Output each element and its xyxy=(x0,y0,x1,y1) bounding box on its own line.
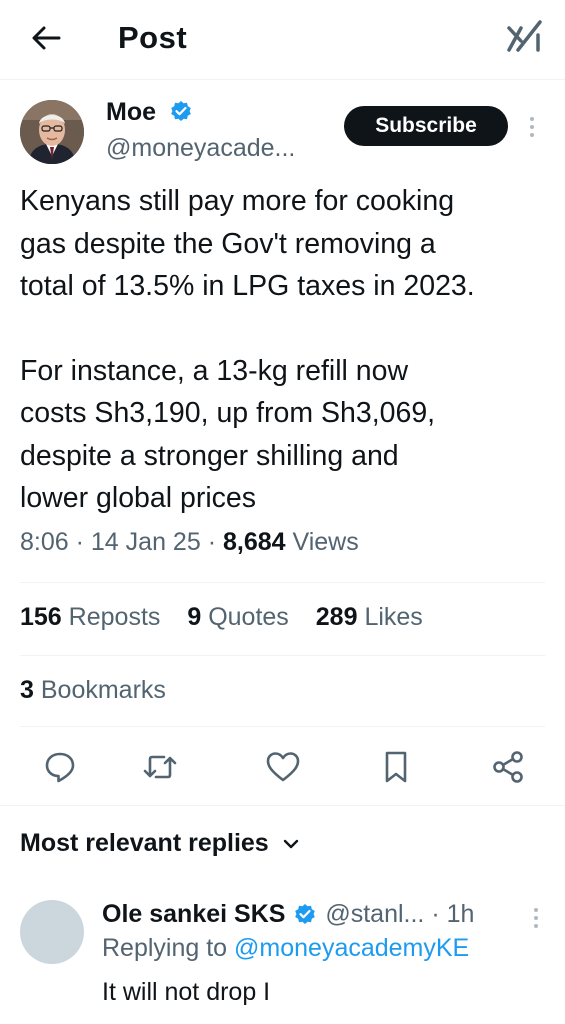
verified-badge-icon xyxy=(295,904,316,924)
reply-button[interactable] xyxy=(38,745,82,789)
avatar-portrait-icon xyxy=(20,100,84,164)
share-button[interactable] xyxy=(486,745,530,789)
meta-separator: · xyxy=(207,528,223,556)
quotes-count: 9 xyxy=(187,603,202,631)
replying-to-prefix: Replying to xyxy=(102,934,228,962)
repost-button[interactable] xyxy=(138,745,182,789)
author-handle[interactable]: @moneyacade... xyxy=(106,134,295,163)
post-text-line: costs Sh3,190, up from Sh3,069, xyxy=(20,397,436,429)
bookmark-icon xyxy=(385,751,407,783)
divider xyxy=(0,805,565,806)
page-title: Post xyxy=(118,20,188,55)
reposts-label: Reposts xyxy=(68,603,161,631)
arrow-left-icon xyxy=(32,26,61,50)
reply-item[interactable]: Ole sankei SKS @stanl... · 1h Replying t… xyxy=(20,896,550,1024)
post-text-line: For instance, a 13-kg refill now xyxy=(20,354,409,387)
post-stats: 156 Reposts 9 Quotes 289 Likes xyxy=(20,603,443,632)
quotes-stat[interactable]: 9 Quotes xyxy=(187,603,288,632)
chevron-down-icon xyxy=(283,840,298,849)
more-dot-icon xyxy=(530,133,534,137)
action-bar xyxy=(0,745,565,789)
more-dot-icon xyxy=(534,924,538,928)
grok-button[interactable] xyxy=(505,17,545,57)
bookmarks-count: 3 xyxy=(20,676,34,704)
top-bar: Post xyxy=(0,0,565,80)
back-button[interactable] xyxy=(26,20,66,56)
reposts-count: 156 xyxy=(20,603,62,631)
post-author-row: Moe @moneyacade... Subscribe xyxy=(20,96,550,168)
meta-separator: · xyxy=(431,900,447,928)
post-text: Kenyans still pay more for cooking gas d… xyxy=(20,180,550,520)
post-text-line: total of 13.5% in LPG taxes in 2023. xyxy=(20,270,475,302)
avatar[interactable] xyxy=(20,900,84,964)
more-options-button[interactable] xyxy=(522,112,542,142)
repost-icon xyxy=(143,755,177,779)
divider xyxy=(20,655,545,656)
reply-icon xyxy=(45,752,75,783)
grok-icon xyxy=(507,20,542,52)
reply-text: It will not drop I xyxy=(102,978,271,1006)
reply-header: Ole sankei SKS @stanl... · 1h xyxy=(102,900,474,929)
views-label[interactable]: Views xyxy=(292,528,358,556)
likes-count: 289 xyxy=(315,603,358,631)
more-dot-icon xyxy=(534,916,538,920)
post-text-line: gas despite the Gov't removing a xyxy=(20,227,436,260)
replies-sort-dropdown[interactable]: Most relevant replies xyxy=(20,829,300,858)
more-dot-icon xyxy=(530,117,534,121)
subscribe-button[interactable]: Subscribe xyxy=(344,106,508,146)
bookmark-button[interactable] xyxy=(374,745,418,789)
post-text-line: despite a stronger shilling and xyxy=(20,439,399,472)
verified-badge-icon xyxy=(171,101,191,121)
post-meta: 8:06 · 14 Jan 25 · 8,684 Views xyxy=(20,528,359,557)
quotes-label: Quotes xyxy=(208,603,289,631)
author-name[interactable]: Moe xyxy=(106,98,156,127)
reposts-stat[interactable]: 156 Reposts xyxy=(20,603,160,632)
bookmarks-stat[interactable]: 3 Bookmarks xyxy=(20,676,166,705)
post-date: 14 Jan 25 xyxy=(90,528,201,556)
replying-to-handle-link[interactable]: @moneyacademyKE xyxy=(234,934,469,962)
post-time: 8:06 xyxy=(20,528,69,556)
divider xyxy=(20,582,545,583)
reply-author-handle[interactable]: @stanl... xyxy=(325,900,424,928)
like-icon xyxy=(266,752,300,782)
avatar[interactable] xyxy=(20,100,84,164)
reply-author-name[interactable]: Ole sankei SKS xyxy=(102,900,285,928)
views-count: 8,684 xyxy=(222,528,286,556)
post-text-line: lower global prices xyxy=(20,482,257,514)
reply-more-options-button[interactable] xyxy=(526,904,546,932)
replying-to: Replying to @moneyacademyKE xyxy=(102,934,469,963)
more-dot-icon xyxy=(534,908,538,912)
more-dot-icon xyxy=(530,125,534,129)
reply-time: 1h xyxy=(446,900,475,928)
divider xyxy=(20,726,545,727)
share-icon xyxy=(493,751,523,783)
post-text-line: Kenyans still pay more for cooking xyxy=(20,185,455,217)
like-button[interactable] xyxy=(261,745,305,789)
likes-stat[interactable]: 289 Likes xyxy=(316,603,423,632)
bookmarks-label: Bookmarks xyxy=(40,676,166,704)
likes-label: Likes xyxy=(364,603,423,631)
meta-separator: · xyxy=(75,528,91,556)
replies-sort-label: Most relevant replies xyxy=(20,829,269,857)
